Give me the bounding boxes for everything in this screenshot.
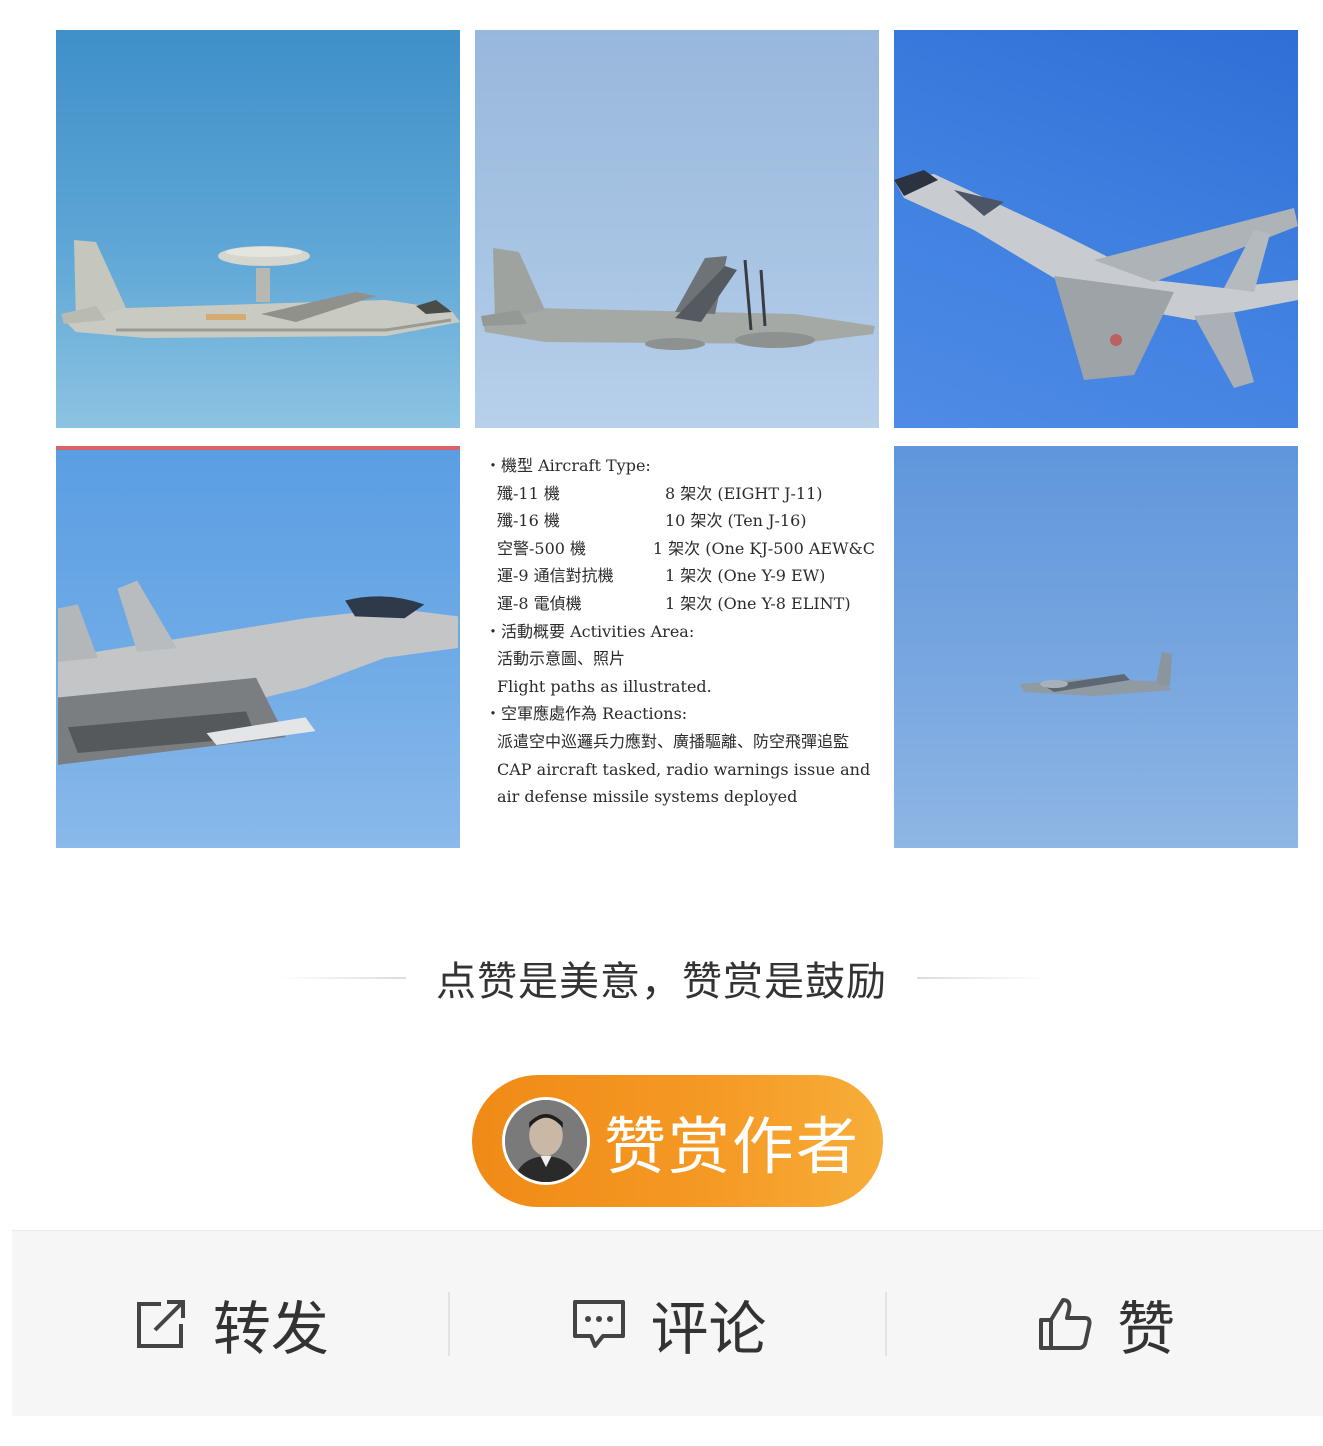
- aircraft-name: 運-9 通信對抗機: [497, 566, 614, 586]
- document-card: ‧機型 Aircraft Type: 殲-11 機 8 架次 (EIGHT J-…: [475, 446, 879, 848]
- doc-heading-type: ‧機型 Aircraft Type:: [485, 456, 651, 475]
- doc-reactions-cn: 派遣空中巡邏兵力應對、廣播驅離、防空飛彈追監: [497, 731, 850, 751]
- aircraft-count: 1 架次 (One Y-8 ELINT): [665, 593, 851, 613]
- share-icon: [136, 1299, 185, 1348]
- thumbs-up-icon: [1039, 1297, 1092, 1350]
- doc-area-en: Flight paths as illustrated.: [497, 676, 712, 696]
- aircraft-row: 運-8 電偵機 1 架次 (One Y-8 ELINT): [485, 590, 875, 618]
- photo-fighter-1[interactable]: [894, 30, 1298, 428]
- divider-line-right: [917, 977, 1045, 979]
- doc-reactions-en: CAP aircraft tasked, radio warnings issu…: [497, 759, 871, 807]
- aircraft-row: 殲-11 機 8 架次 (EIGHT J-11): [485, 480, 875, 508]
- photo-fighter-2[interactable]: [56, 446, 460, 848]
- bottom-action-bar: 转发 评论 赞: [12, 1230, 1323, 1416]
- doc-heading-area: ‧活動概要 Activities Area:: [485, 621, 695, 641]
- share-button[interactable]: 转发: [12, 1231, 448, 1416]
- comment-button[interactable]: 评论: [450, 1231, 886, 1416]
- image-grid: ‧機型 Aircraft Type: 殲-11 機 8 架次 (EIGHT J-…: [56, 30, 1298, 848]
- comment-label: 评论: [650, 1294, 767, 1363]
- like-label: 赞: [1117, 1294, 1176, 1363]
- aircraft-count: 8 架次 (EIGHT J-11): [665, 483, 823, 503]
- fighter-1-image: [894, 170, 1298, 388]
- praise-text: 点赞是美意，赞赏是鼓励: [436, 959, 887, 1005]
- doc-area-cn: 活動示意圖、照片: [497, 649, 626, 669]
- aircraft-count: 1 架次 (One KJ-500 AEW&C: [652, 538, 875, 558]
- aircraft-name: 殲-11 機: [497, 483, 560, 503]
- document-text: ‧機型 Aircraft Type: 殲-11 機 8 架次 (EIGHT J-…: [485, 452, 875, 811]
- reward-author-button[interactable]: 赞赏作者: [472, 1075, 883, 1207]
- share-label: 转发: [212, 1294, 329, 1363]
- aircraft-name: 運-8 電偵機: [497, 593, 582, 613]
- aircraft-row: 殲-16 機 10 架次 (Ten J-16): [485, 507, 875, 535]
- aircraft-count: 1 架次 (One Y-9 EW): [665, 566, 826, 586]
- aircraft-count: 10 架次 (Ten J-16): [665, 511, 807, 531]
- aircraft-name: 殲-16 機: [497, 511, 560, 531]
- praise-section: 点赞是美意，赞赏是鼓励: [0, 948, 1323, 1008]
- fighter-2-image: [58, 580, 458, 765]
- photo-y9[interactable]: [475, 30, 879, 428]
- aircraft-row: 空警-500 機 1 架次 (One KJ-500 AEW&C: [485, 535, 875, 563]
- like-button[interactable]: 赞: [887, 1231, 1323, 1416]
- divider-line-left: [278, 977, 406, 979]
- reward-button-label: 赞赏作者: [604, 1110, 861, 1183]
- aircraft-row: 運-9 通信對抗機 1 架次 (One Y-9 EW): [485, 562, 875, 590]
- author-avatar: [502, 1097, 590, 1185]
- y8-aircraft-image: [1020, 652, 1172, 696]
- photo-y8[interactable]: [894, 446, 1298, 848]
- y9-aircraft-image: [481, 248, 875, 350]
- photo-kj500[interactable]: [56, 30, 460, 428]
- kj500-aircraft-image: [61, 240, 460, 338]
- aircraft-name: 空警-500 機: [497, 538, 587, 558]
- comment-icon: [572, 1299, 625, 1348]
- doc-heading-reactions: ‧空軍應處作為 Reactions:: [485, 704, 688, 724]
